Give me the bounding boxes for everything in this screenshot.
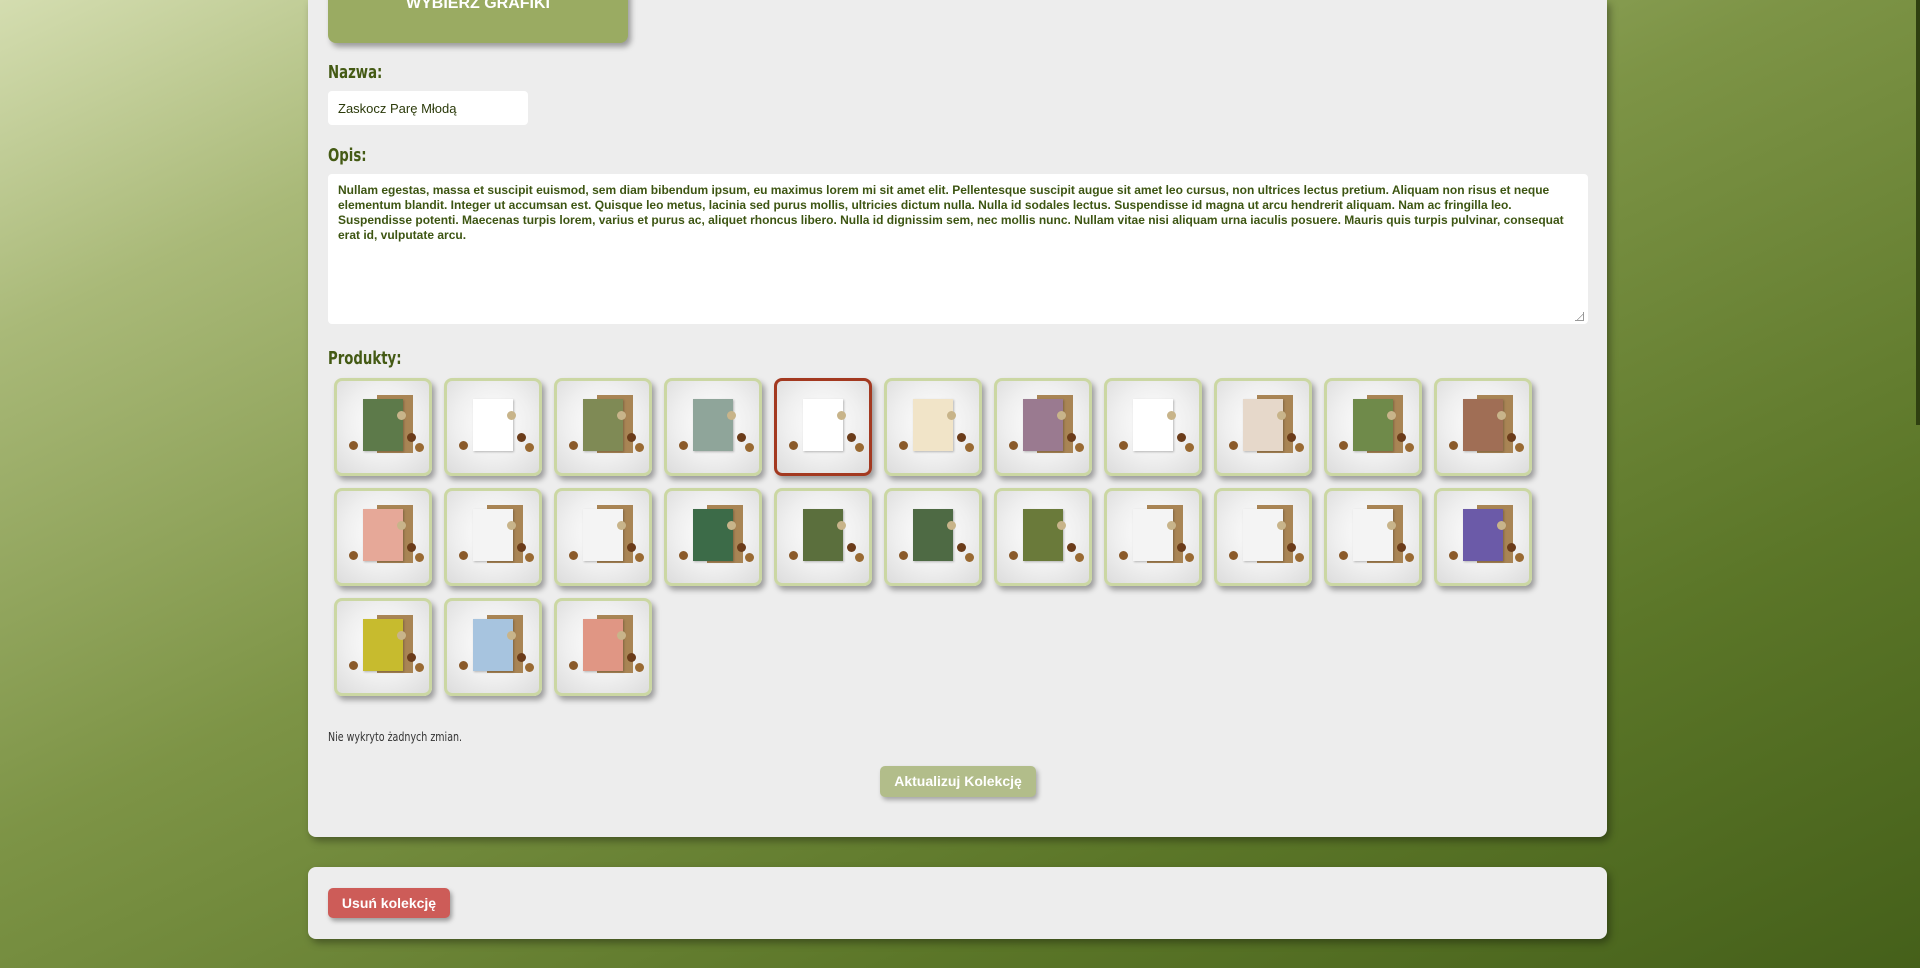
product-tile[interactable] bbox=[444, 598, 542, 696]
product-thumbnail bbox=[667, 491, 759, 583]
update-collection-button[interactable]: Aktualizuj Kolekcję bbox=[880, 766, 1036, 797]
product-tile[interactable] bbox=[884, 488, 982, 586]
product-thumbnail bbox=[557, 491, 649, 583]
product-thumbnail bbox=[1107, 491, 1199, 583]
product-thumbnail bbox=[337, 601, 429, 693]
scrollbar-thumb[interactable] bbox=[1916, 0, 1920, 425]
product-thumbnail bbox=[1437, 381, 1529, 473]
product-tile[interactable] bbox=[774, 378, 872, 476]
product-tile[interactable] bbox=[994, 488, 1092, 586]
product-thumbnail bbox=[557, 381, 649, 473]
product-tile[interactable] bbox=[994, 378, 1092, 476]
name-label: Nazwa: bbox=[328, 62, 383, 83]
product-thumbnail bbox=[447, 491, 539, 583]
product-thumbnail bbox=[337, 491, 429, 583]
product-thumbnail bbox=[447, 381, 539, 473]
product-tile[interactable] bbox=[554, 378, 652, 476]
product-tile[interactable] bbox=[664, 488, 762, 586]
product-thumbnail bbox=[777, 491, 869, 583]
product-thumbnail bbox=[1217, 381, 1309, 473]
product-thumbnail bbox=[777, 381, 869, 473]
product-thumbnail bbox=[1437, 491, 1529, 583]
delete-panel bbox=[308, 867, 1607, 939]
product-thumbnail bbox=[337, 381, 429, 473]
delete-collection-button[interactable]: Usuń kolekcję bbox=[328, 888, 450, 918]
choose-graphic-button[interactable]: WYBIERZ GRAFIKI bbox=[328, 0, 628, 43]
product-tile[interactable] bbox=[664, 378, 762, 476]
product-tile[interactable] bbox=[1324, 488, 1422, 586]
product-tile[interactable] bbox=[334, 488, 432, 586]
product-tile[interactable] bbox=[444, 378, 542, 476]
product-tile[interactable] bbox=[334, 598, 432, 696]
product-thumbnail bbox=[1107, 381, 1199, 473]
product-thumbnail bbox=[667, 381, 759, 473]
product-thumbnail bbox=[1327, 381, 1419, 473]
product-thumbnail bbox=[997, 381, 1089, 473]
product-tile[interactable] bbox=[1434, 378, 1532, 476]
description-textarea[interactable]: Nullam egestas, massa et suscipit euismo… bbox=[328, 174, 1588, 324]
product-thumbnail bbox=[447, 601, 539, 693]
product-tile[interactable] bbox=[1104, 378, 1202, 476]
product-thumbnail bbox=[997, 491, 1089, 583]
resize-handle-icon[interactable] bbox=[1575, 312, 1584, 321]
description-text: Nullam egestas, massa et suscipit euismo… bbox=[338, 183, 1564, 242]
product-tile[interactable] bbox=[1214, 488, 1312, 586]
product-tile[interactable] bbox=[1214, 378, 1312, 476]
name-input[interactable] bbox=[328, 91, 528, 125]
status-message: Nie wykryto żadnych zmian. bbox=[328, 730, 463, 744]
product-thumbnail bbox=[887, 381, 979, 473]
product-tile[interactable] bbox=[774, 488, 872, 586]
product-tile[interactable] bbox=[554, 488, 652, 586]
product-tile[interactable] bbox=[884, 378, 982, 476]
products-label: Produkty: bbox=[328, 348, 402, 369]
product-thumbnail bbox=[1327, 491, 1419, 583]
description-label: Opis: bbox=[328, 145, 367, 166]
product-tile[interactable] bbox=[334, 378, 432, 476]
product-tile[interactable] bbox=[1434, 488, 1532, 586]
product-tile[interactable] bbox=[444, 488, 542, 586]
product-thumbnail bbox=[1217, 491, 1309, 583]
product-tile[interactable] bbox=[1324, 378, 1422, 476]
product-thumbnail bbox=[557, 601, 649, 693]
product-thumbnail bbox=[887, 491, 979, 583]
product-tile[interactable] bbox=[1104, 488, 1202, 586]
product-tile[interactable] bbox=[554, 598, 652, 696]
